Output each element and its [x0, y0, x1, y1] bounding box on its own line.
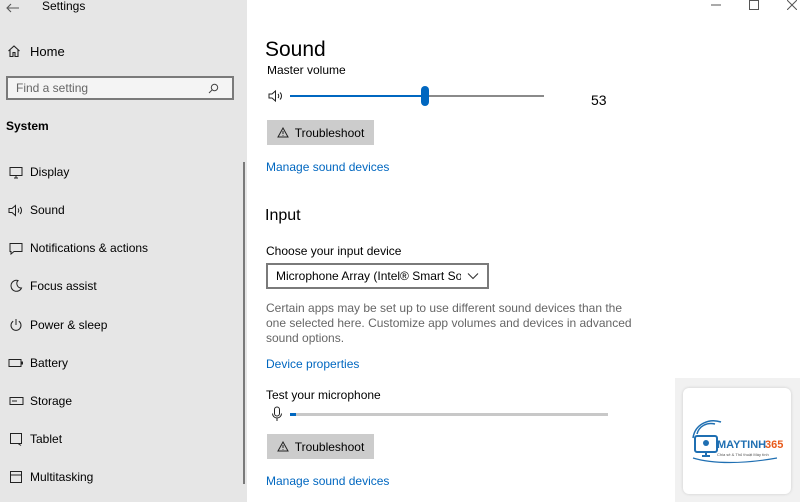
- sidebar-item-label: Power & sleep: [30, 318, 108, 332]
- app-title: Settings: [42, 0, 86, 13]
- home-label: Home: [30, 43, 65, 59]
- sidebar: Settings Home System Display Sound Notif…: [0, 0, 247, 502]
- sidebar-scrollbar[interactable]: [243, 162, 245, 484]
- sidebar-item-label: Notifications & actions: [30, 241, 149, 255]
- chevron-down-icon: [467, 269, 479, 283]
- sidebar-item-label: Focus assist: [30, 279, 97, 293]
- manage-sound-devices-link[interactable]: Manage sound devices: [266, 160, 389, 174]
- input-heading: Input: [265, 207, 301, 224]
- maximize-icon[interactable]: [746, 0, 762, 10]
- power-icon: [4, 318, 28, 332]
- warning-icon: [276, 441, 289, 452]
- notification-icon: [4, 242, 28, 255]
- selected-input-device: Microphone Array (Intel® Smart So...: [276, 269, 461, 283]
- sidebar-item-label: Sound: [30, 203, 65, 217]
- manage-sound-devices-link-input[interactable]: Manage sound devices: [266, 474, 389, 488]
- sidebar-item-power-sleep[interactable]: Power & sleep: [0, 310, 240, 340]
- test-microphone-label: Test your microphone: [266, 388, 381, 402]
- storage-icon: [4, 396, 28, 406]
- choose-input-device-label: Choose your input device: [266, 244, 402, 258]
- volume-slider-fill: [290, 95, 425, 97]
- microphone-level-meter: [290, 413, 608, 416]
- microphone-level-fill: [290, 413, 296, 416]
- input-troubleshoot-button[interactable]: Troubleshoot: [267, 434, 374, 459]
- sidebar-item-battery[interactable]: Battery: [0, 348, 240, 378]
- sidebar-item-multitasking[interactable]: Multitasking: [0, 462, 240, 492]
- sidebar-item-label: Battery: [30, 356, 69, 370]
- svg-text:MAYTINH: MAYTINH: [717, 439, 766, 451]
- back-arrow-icon[interactable]: [6, 0, 20, 13]
- section-title: System: [6, 119, 49, 133]
- speaker-icon: [4, 203, 28, 217]
- sidebar-item-display[interactable]: Display: [0, 157, 240, 187]
- tablet-icon: [4, 432, 28, 446]
- sidebar-item-storage[interactable]: Storage: [0, 386, 240, 416]
- sidebar-item-tablet[interactable]: Tablet: [0, 424, 240, 454]
- troubleshoot-label: Troubleshoot: [294, 439, 365, 454]
- master-volume-slider[interactable]: [290, 95, 544, 97]
- svg-text:Chia sẻ & Thủ thuật Máy tính: Chia sẻ & Thủ thuật Máy tính: [717, 452, 769, 457]
- sidebar-item-focus-assist[interactable]: Focus assist: [0, 271, 240, 301]
- search-box[interactable]: [6, 76, 234, 100]
- sidebar-item-sound[interactable]: Sound: [0, 195, 240, 225]
- sidebar-item-home[interactable]: Home: [0, 36, 247, 66]
- sidebar-item-label: Tablet: [30, 432, 63, 446]
- device-properties-link[interactable]: Device properties: [266, 357, 359, 371]
- search-icon[interactable]: [203, 83, 223, 94]
- svg-text:365: 365: [765, 439, 783, 451]
- sidebar-item-notifications[interactable]: Notifications & actions: [0, 233, 240, 263]
- master-volume-label: Master volume: [267, 66, 346, 77]
- sidebar-item-label: Multitasking: [30, 470, 94, 484]
- sidebar-item-label: Storage: [30, 394, 73, 408]
- home-icon: [0, 44, 29, 58]
- microphone-icon: [271, 406, 283, 427]
- output-troubleshoot-button[interactable]: Troubleshoot: [267, 120, 374, 145]
- watermark-logo-card: MAYTINH 365 Chia sẻ & Thủ thuật Máy tính: [675, 378, 800, 502]
- page-title: Sound: [265, 38, 326, 61]
- close-icon[interactable]: [784, 0, 800, 10]
- monitor-icon: [4, 166, 28, 179]
- volume-value: 53: [591, 92, 607, 108]
- input-device-dropdown[interactable]: Microphone Array (Intel® Smart So...: [266, 263, 489, 289]
- troubleshoot-label: Troubleshoot: [294, 125, 365, 140]
- warning-icon: [276, 127, 289, 138]
- volume-icon[interactable]: [268, 89, 284, 108]
- minimize-icon[interactable]: [708, 0, 724, 10]
- sidebar-item-label: Display: [30, 165, 70, 179]
- maytinh365-logo: MAYTINH 365 Chia sẻ & Thủ thuật Máy tính: [683, 388, 791, 494]
- volume-slider-thumb[interactable]: [421, 86, 429, 106]
- multitasking-icon: [4, 470, 28, 484]
- battery-icon: [4, 358, 28, 368]
- input-help-text: Certain apps may be set up to use differ…: [266, 301, 632, 345]
- moon-icon: [4, 279, 28, 293]
- search-input[interactable]: [8, 81, 203, 95]
